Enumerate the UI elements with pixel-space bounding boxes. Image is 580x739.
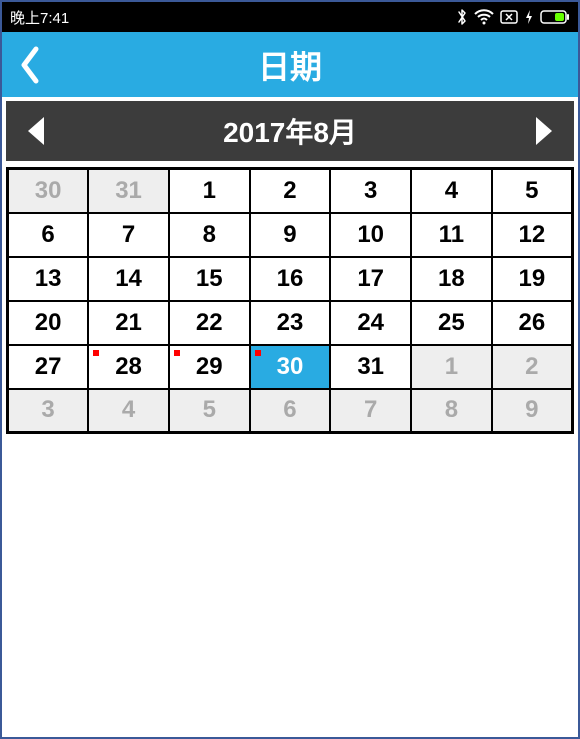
event-dot-icon xyxy=(93,350,99,356)
calendar-day[interactable]: 5 xyxy=(169,389,250,433)
calendar-day[interactable]: 14 xyxy=(88,257,169,301)
calendar-day[interactable]: 2 xyxy=(492,345,573,389)
triangle-left-icon xyxy=(22,114,50,148)
title-bar: 日期 xyxy=(2,32,578,97)
calendar-day[interactable]: 19 xyxy=(492,257,573,301)
chevron-left-icon xyxy=(18,45,42,85)
calendar-day[interactable]: 22 xyxy=(169,301,250,345)
month-bar: 2017年8月 xyxy=(6,101,574,161)
calendar-row: 13141516171819 xyxy=(8,257,573,301)
calendar-day[interactable]: 27 xyxy=(8,345,89,389)
charging-icon xyxy=(524,9,534,25)
calendar-day[interactable]: 21 xyxy=(88,301,169,345)
calendar-day[interactable]: 9 xyxy=(492,389,573,433)
calendar-day[interactable]: 30 xyxy=(8,169,89,213)
calendar-row: 303112345 xyxy=(8,169,573,213)
calendar-day[interactable]: 3 xyxy=(8,389,89,433)
status-bar: 晚上7:41 xyxy=(2,2,578,32)
bluetooth-icon xyxy=(456,8,468,26)
calendar-day[interactable]: 31 xyxy=(88,169,169,213)
calendar-day[interactable]: 31 xyxy=(330,345,411,389)
calendar-day[interactable]: 25 xyxy=(411,301,492,345)
calendar-day[interactable]: 15 xyxy=(169,257,250,301)
calendar-day[interactable]: 4 xyxy=(411,169,492,213)
calendar-day[interactable]: 10 xyxy=(330,213,411,257)
calendar-day[interactable]: 24 xyxy=(330,301,411,345)
calendar-day[interactable]: 13 xyxy=(8,257,89,301)
next-month-button[interactable] xyxy=(524,114,564,148)
calendar-day[interactable]: 12 xyxy=(492,213,573,257)
calendar-grid: 3031123456789101112131415161718192021222… xyxy=(6,167,574,434)
month-label: 2017年8月 xyxy=(223,111,357,151)
calendar-day[interactable]: 16 xyxy=(250,257,331,301)
app-frame: 晚上7:41 日期 20 1 xyxy=(0,0,580,739)
calendar-day[interactable]: 11 xyxy=(411,213,492,257)
no-sim-icon xyxy=(500,9,518,25)
calendar-row: 272829303112 xyxy=(8,345,573,389)
calendar-day[interactable]: 28 xyxy=(88,345,169,389)
calendar-row: 20212223242526 xyxy=(8,301,573,345)
calendar-day[interactable]: 5 xyxy=(492,169,573,213)
calendar-day[interactable]: 1 xyxy=(169,169,250,213)
status-time: 晚上7:41 xyxy=(10,7,69,28)
calendar-day[interactable]: 9 xyxy=(250,213,331,257)
prev-month-button[interactable] xyxy=(16,114,56,148)
calendar-day[interactable]: 2 xyxy=(250,169,331,213)
event-dot-icon xyxy=(255,350,261,356)
calendar-day[interactable]: 8 xyxy=(411,389,492,433)
back-button[interactable] xyxy=(2,32,58,97)
calendar-row: 6789101112 xyxy=(8,213,573,257)
calendar-day[interactable]: 26 xyxy=(492,301,573,345)
page-title: 日期 xyxy=(2,42,578,88)
event-dot-icon xyxy=(174,350,180,356)
calendar-day[interactable]: 17 xyxy=(330,257,411,301)
triangle-right-icon xyxy=(530,114,558,148)
status-icons xyxy=(456,8,570,26)
calendar-day[interactable]: 29 xyxy=(169,345,250,389)
calendar-day[interactable]: 7 xyxy=(330,389,411,433)
calendar-row: 3456789 xyxy=(8,389,573,433)
battery-icon xyxy=(540,10,570,24)
calendar-day[interactable]: 30 xyxy=(250,345,331,389)
calendar-day[interactable]: 6 xyxy=(8,213,89,257)
calendar-day[interactable]: 1 xyxy=(411,345,492,389)
calendar-day[interactable]: 4 xyxy=(88,389,169,433)
calendar-day[interactable]: 8 xyxy=(169,213,250,257)
wifi-icon xyxy=(474,9,494,25)
calendar-day[interactable]: 20 xyxy=(8,301,89,345)
calendar-day[interactable]: 18 xyxy=(411,257,492,301)
calendar-day[interactable]: 7 xyxy=(88,213,169,257)
calendar-day[interactable]: 23 xyxy=(250,301,331,345)
calendar-day[interactable]: 3 xyxy=(330,169,411,213)
calendar-day[interactable]: 6 xyxy=(250,389,331,433)
calendar-container: 3031123456789101112131415161718192021222… xyxy=(2,161,578,434)
